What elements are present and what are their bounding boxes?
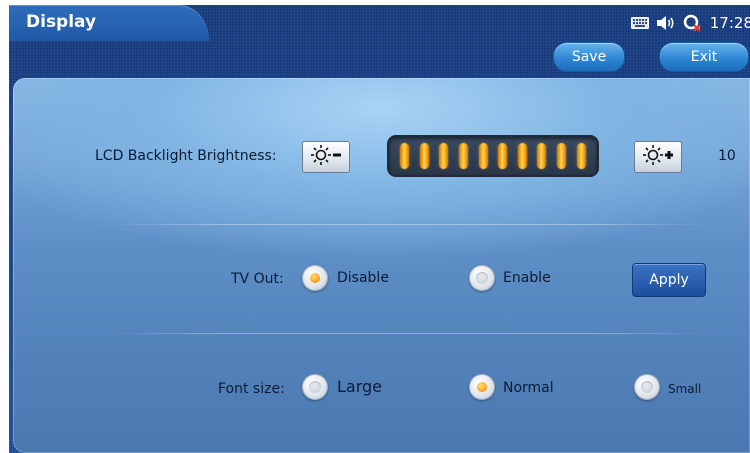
divider [108, 224, 708, 225]
radio-selected-dot [310, 273, 320, 283]
clock: 17:28 [709, 14, 750, 32]
font-size-small-label[interactable]: Small [668, 382, 701, 396]
brightness-level-bar [459, 143, 469, 169]
tv-out-label: TV Out: [231, 271, 284, 287]
tv-out-disable-label[interactable]: Disable [337, 270, 389, 286]
brightness-level-bar [400, 143, 410, 169]
font-size-large-label[interactable]: Large [337, 377, 382, 396]
brightness-level-meter[interactable] [387, 135, 599, 177]
radio-empty [309, 381, 321, 393]
brightness-value: 10 [718, 148, 736, 164]
speaker-icon[interactable] [656, 14, 676, 32]
brightness-level-bar [517, 143, 527, 169]
brightness-level-bar [419, 143, 429, 169]
keyboard-icon[interactable] [630, 14, 650, 32]
brightness-level-bar [478, 143, 488, 169]
brightness-label: LCD Backlight Brightness: [95, 148, 277, 164]
brightness-level-bar [498, 143, 508, 169]
brightness-increase-icon [641, 144, 675, 170]
font-size-normal-radio[interactable] [469, 374, 495, 400]
network-disconnected-icon[interactable] [682, 14, 702, 32]
brightness-increase-button[interactable] [634, 141, 682, 173]
tv-out-enable-label[interactable]: Enable [503, 270, 551, 286]
radio-empty [476, 272, 488, 284]
title-tab: Display [9, 5, 209, 41]
save-button[interactable]: Save [553, 42, 625, 72]
brightness-level-bar [439, 143, 449, 169]
brightness-decrease-button[interactable] [302, 141, 350, 173]
radio-selected-dot [477, 382, 487, 392]
brightness-decrease-icon [309, 144, 343, 170]
brightness-level-bar [557, 143, 567, 169]
brightness-level-bar [576, 143, 586, 169]
page-title: Display [26, 12, 97, 32]
font-size-small-radio[interactable] [634, 374, 660, 400]
divider [108, 333, 708, 334]
exit-button[interactable]: Exit [659, 42, 749, 72]
radio-empty [641, 381, 653, 393]
font-size-label: Font size: [218, 381, 285, 397]
tv-out-disable-radio[interactable] [302, 265, 328, 291]
font-size-normal-label[interactable]: Normal [503, 380, 554, 396]
brightness-level-bar [537, 143, 547, 169]
status-bar: 17:28 [630, 11, 750, 35]
font-size-large-radio[interactable] [302, 374, 328, 400]
apply-button[interactable]: Apply [632, 263, 706, 297]
tv-out-enable-radio[interactable] [469, 265, 495, 291]
